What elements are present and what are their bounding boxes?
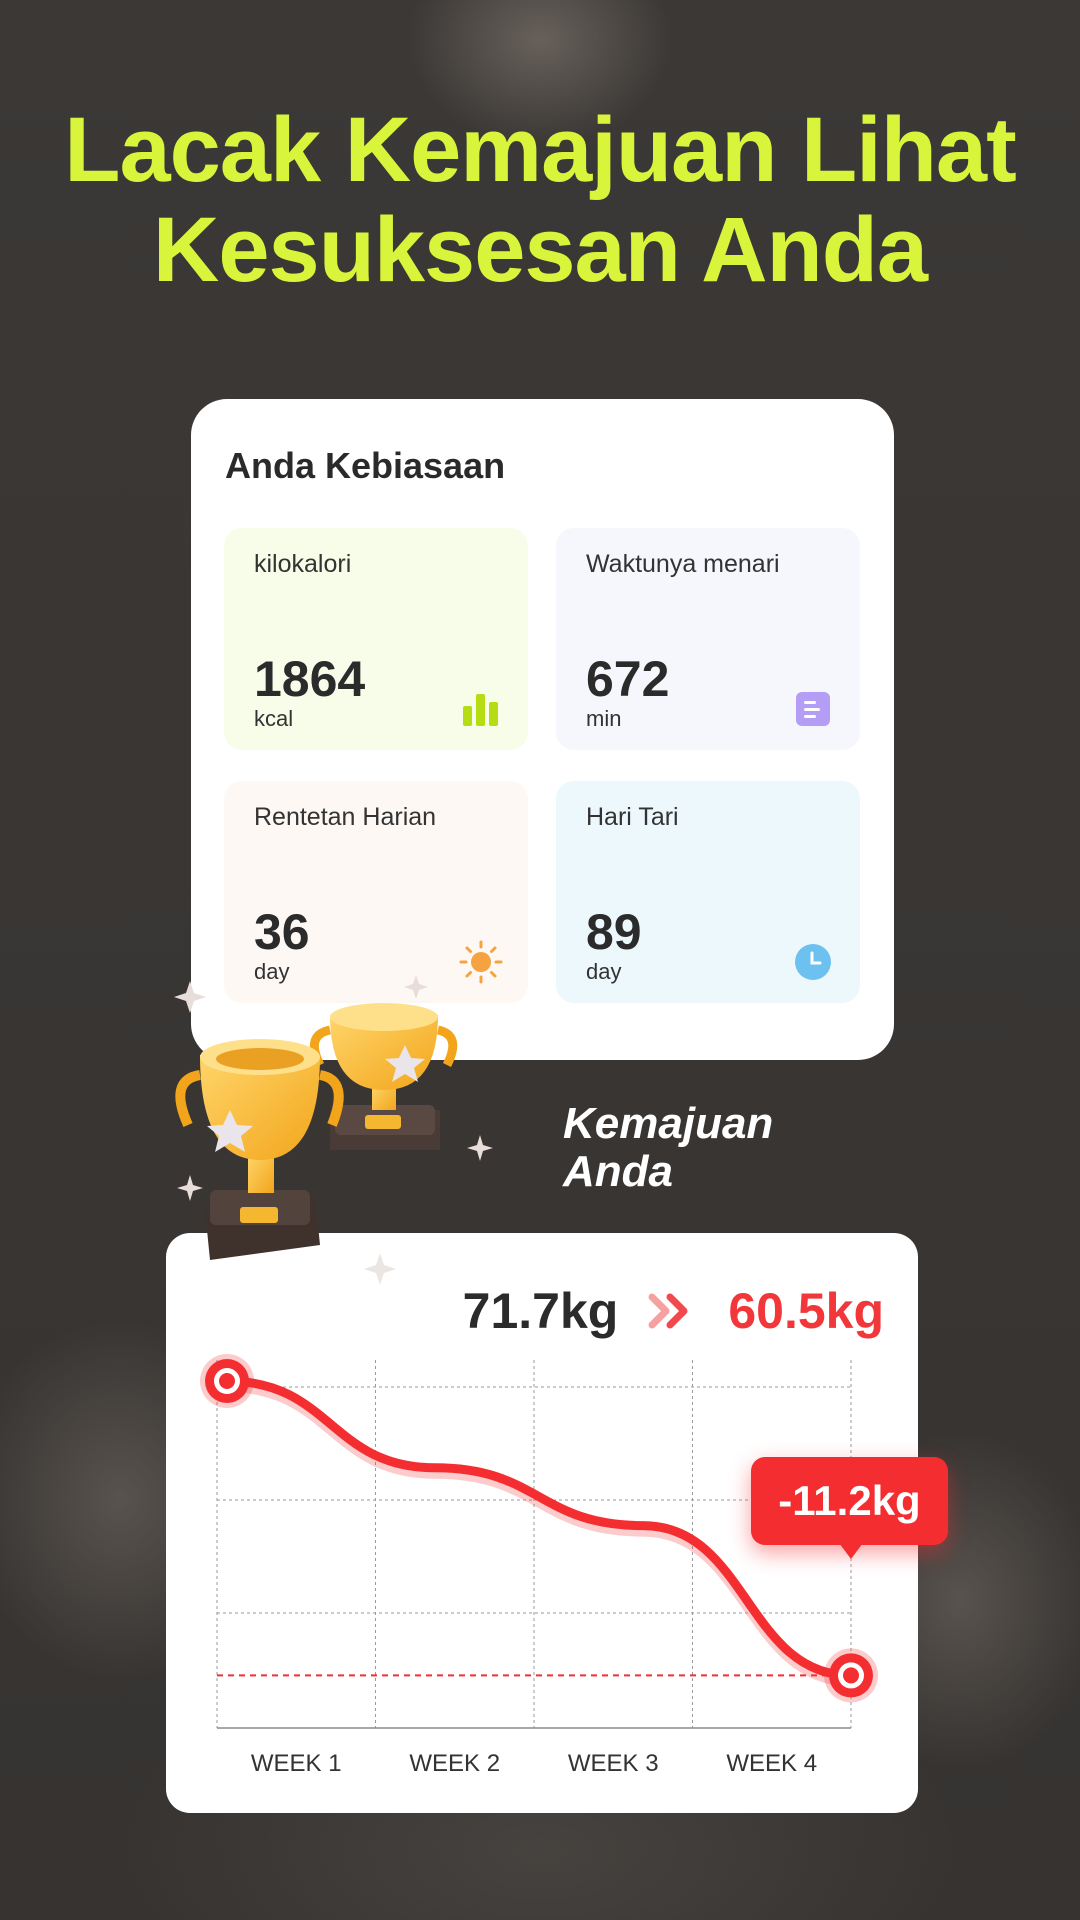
trophies-illustration: [174, 975, 493, 1285]
weight-difference-badge: -11.2kg: [751, 1457, 948, 1559]
data-point-core: [843, 1667, 859, 1684]
data-point-core: [219, 1373, 235, 1390]
x-tick-label: WEEK 1: [250, 1750, 342, 1777]
x-tick-label: WEEK 3: [567, 1750, 659, 1777]
weight-line-chart: [200, 1354, 878, 1729]
x-tick-label: WEEK 2: [409, 1750, 501, 1777]
x-tick-label: WEEK 4: [726, 1750, 818, 1777]
